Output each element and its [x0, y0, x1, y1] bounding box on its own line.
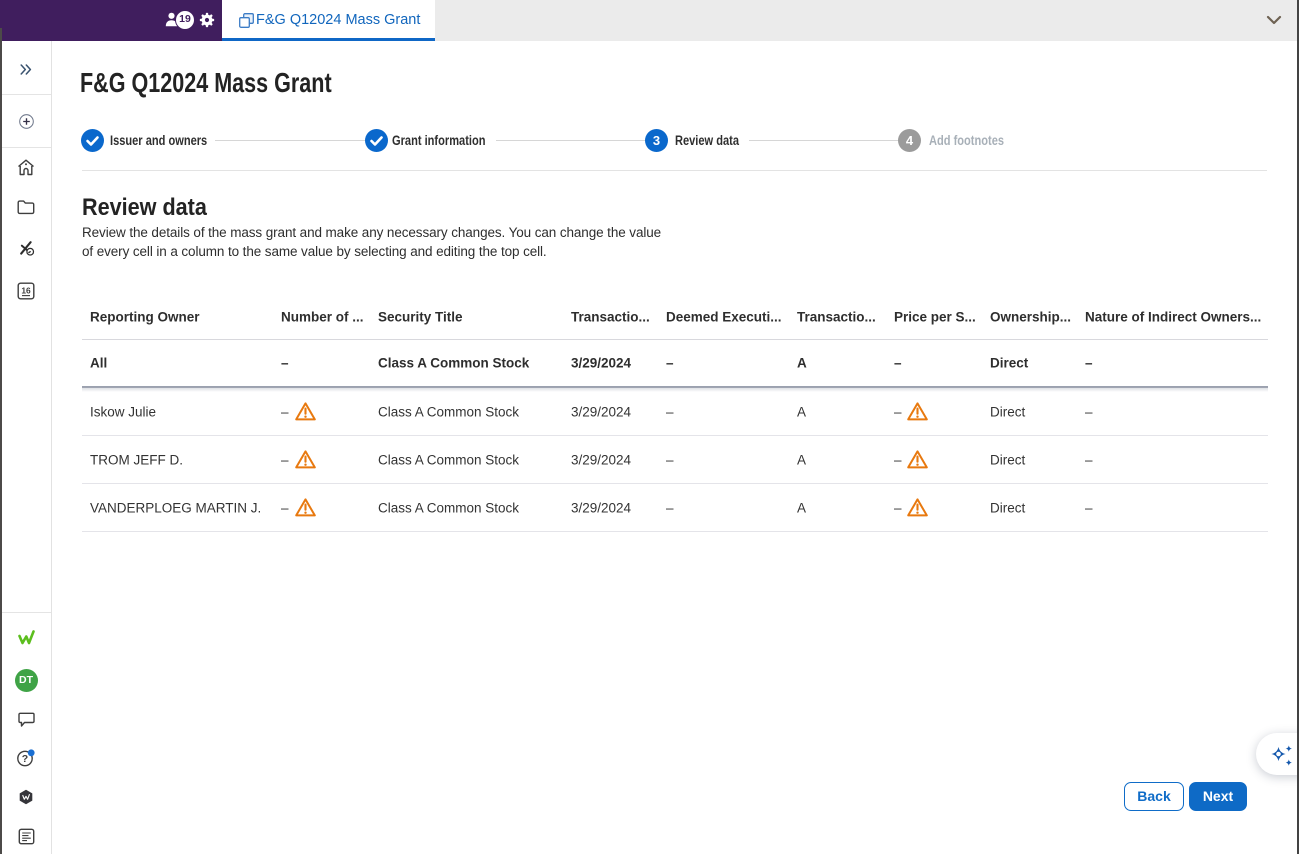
svg-text:16: 16 — [21, 286, 31, 296]
svg-text:?: ? — [22, 753, 28, 765]
